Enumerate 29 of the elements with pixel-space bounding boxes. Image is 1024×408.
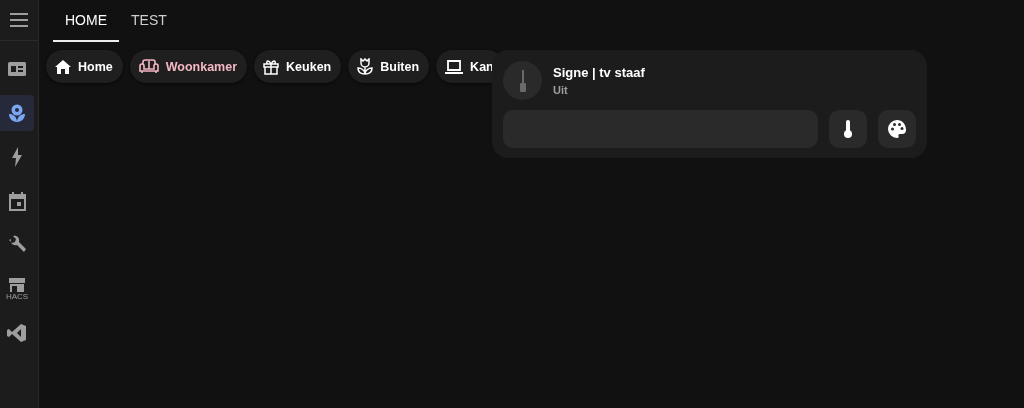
tab[interactable]: TEST [119,0,179,42]
thermometer-icon [844,120,852,138]
tulip-icon [357,58,374,75]
sidebar-item[interactable]: HACS [0,271,34,307]
sidebar-item[interactable] [0,95,34,131]
home-icon [55,59,71,74]
code-editor-icon [7,323,27,343]
area-chip[interactable]: Keuken [254,50,342,83]
area-chip[interactable]: Woonkamer [129,50,248,83]
tab[interactable]: HOME [53,0,119,42]
palette-icon [888,120,906,138]
light-toggle-button[interactable] [503,61,542,100]
flower-icon [8,103,26,123]
store-icon [8,277,26,292]
lightning-icon [11,147,23,167]
gift-icon [263,58,280,75]
sofa-icon [138,59,159,74]
dashboard-icon [7,61,27,77]
menu-icon [10,13,28,27]
area-chip[interactable]: Home [46,50,123,83]
laptop-icon [445,59,464,74]
color-temperature-button[interactable] [829,110,867,148]
hacs-label: HACS [5,291,29,301]
area-chip[interactable]: Buiten [348,50,430,83]
state-text: Uit [553,84,569,96]
calendar-icon [8,191,26,211]
light-stick-icon [518,69,527,92]
color-button[interactable] [878,110,916,148]
card-title: Signe | tv staaf [553,65,645,80]
